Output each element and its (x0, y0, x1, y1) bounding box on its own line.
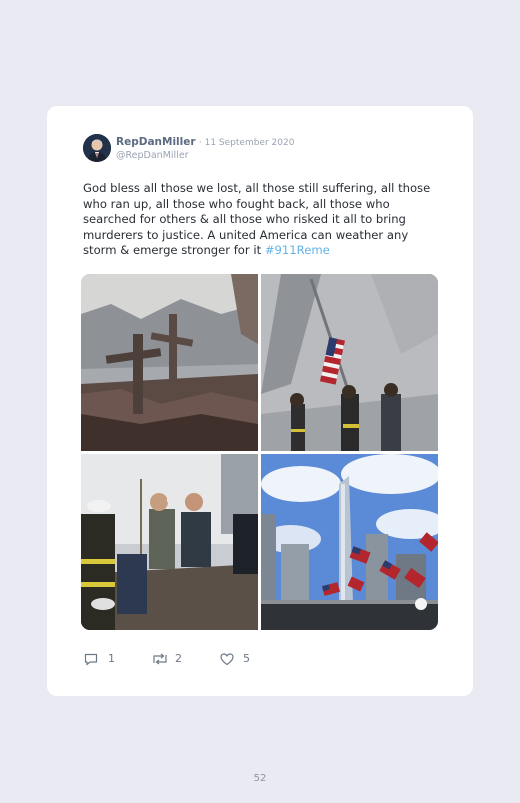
tweet-text: God bless all those we lost, all those s… (83, 181, 443, 259)
tweet-card: RepDanMiller · 11 September 2020 @RepDan… (47, 106, 473, 696)
heart-icon (220, 653, 234, 666)
photo-grid (81, 274, 438, 630)
photo-flag-raising[interactable] (261, 274, 438, 451)
avatar[interactable] (83, 134, 111, 162)
reply-count: 1 (108, 652, 115, 665)
like-count: 5 (243, 652, 250, 665)
tweet-date: · 11 September 2020 (198, 138, 295, 148)
reply-icon (84, 653, 98, 666)
photo-memorial-flags[interactable] (261, 454, 438, 630)
page-number: 52 (253, 773, 267, 784)
photo-bullhorn[interactable] (81, 454, 258, 630)
hashtag-link[interactable]: #911Reme (265, 243, 330, 257)
retweet-count: 2 (175, 652, 182, 665)
username[interactable]: RepDanMiller (116, 136, 196, 148)
retweet-icon (153, 653, 167, 665)
tweet-body: God bless all those we lost, all those s… (83, 181, 431, 257)
tweet-header: RepDanMiller · 11 September 2020 (116, 136, 294, 148)
photo-ground-zero-cross[interactable] (81, 274, 258, 451)
user-handle[interactable]: @RepDanMiller (116, 150, 189, 161)
